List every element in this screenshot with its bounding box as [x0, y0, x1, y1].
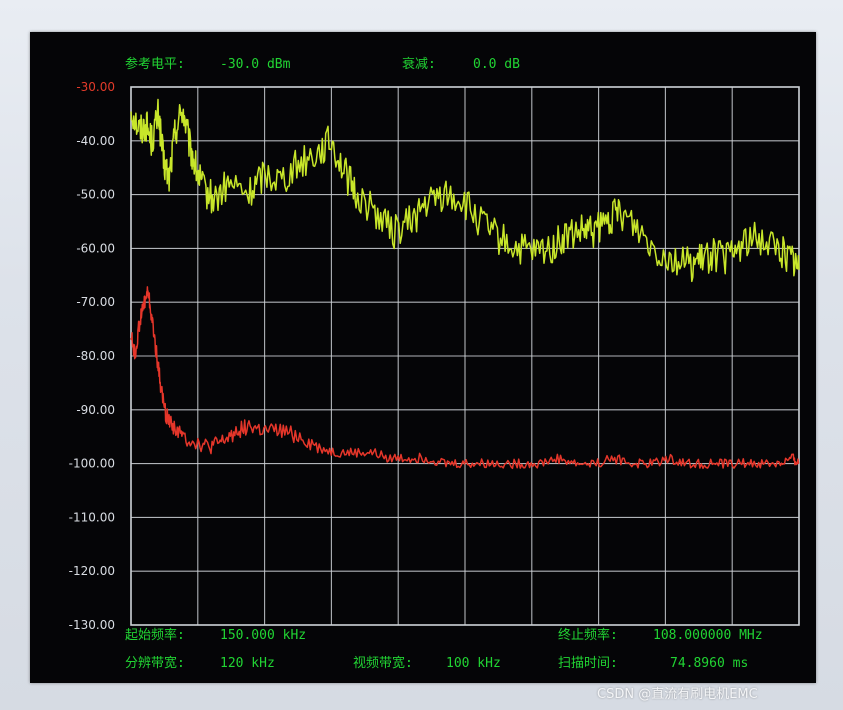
- atten-label: 衰减:: [402, 56, 436, 72]
- y-tick-label: -120.00: [69, 564, 115, 578]
- y-tick-label: -80.00: [76, 349, 115, 363]
- vbw-label: 视频带宽:: [353, 655, 413, 671]
- y-tick-label: -60.00: [76, 241, 115, 255]
- photo-background: -30.00 -40.00 -50.00 -60.00 -70.00 -80.00 -90.…: [0, 0, 843, 710]
- y-tick-label: -110.00: [69, 510, 115, 524]
- y-tick-label: -50.00: [76, 188, 115, 202]
- start-freq-label: 起始频率:: [125, 627, 185, 643]
- start-freq-value: 150.000 kHz: [220, 628, 306, 643]
- ref-level-label: 参考电平:: [125, 56, 185, 72]
- y-tick-label: -130.00: [69, 618, 115, 632]
- y-tick-label: -100.00: [69, 457, 115, 471]
- y-tick-labels: -30.00 -40.00 -50.00 -60.00 -70.00 -80.00 -90.…: [69, 80, 115, 632]
- sweep-time-label: 扫描时间:: [558, 656, 618, 671]
- stop-freq-value: 108.000000 MHz: [653, 628, 763, 643]
- sweep-time-value: 74.8960 ms: [670, 656, 748, 671]
- stop-freq-label: 终止频率:: [558, 627, 618, 643]
- y-tick-label: -70.00: [76, 295, 115, 309]
- vbw-value: 100 kHz: [446, 656, 501, 671]
- analyzer-screen: -30.00 -40.00 -50.00 -60.00 -70.00 -80.00 -90.…: [30, 32, 816, 683]
- rbw-value: 120 kHz: [220, 656, 275, 671]
- atten-value: 0.0 dB: [473, 57, 520, 72]
- y-tick-label: -90.00: [76, 403, 115, 417]
- y-tick-label: -40.00: [76, 134, 115, 148]
- rbw-label: 分辨带宽:: [125, 655, 185, 671]
- watermark-text: CSDN @直流有刷电机EMC: [597, 687, 758, 702]
- grid: [130, 86, 800, 626]
- y-tick-label: -30.00: [76, 80, 115, 94]
- ref-level-value: -30.0 dBm: [220, 57, 291, 72]
- spectrum-chart: -30.00 -40.00 -50.00 -60.00 -70.00 -80.00 -90.…: [69, 56, 800, 671]
